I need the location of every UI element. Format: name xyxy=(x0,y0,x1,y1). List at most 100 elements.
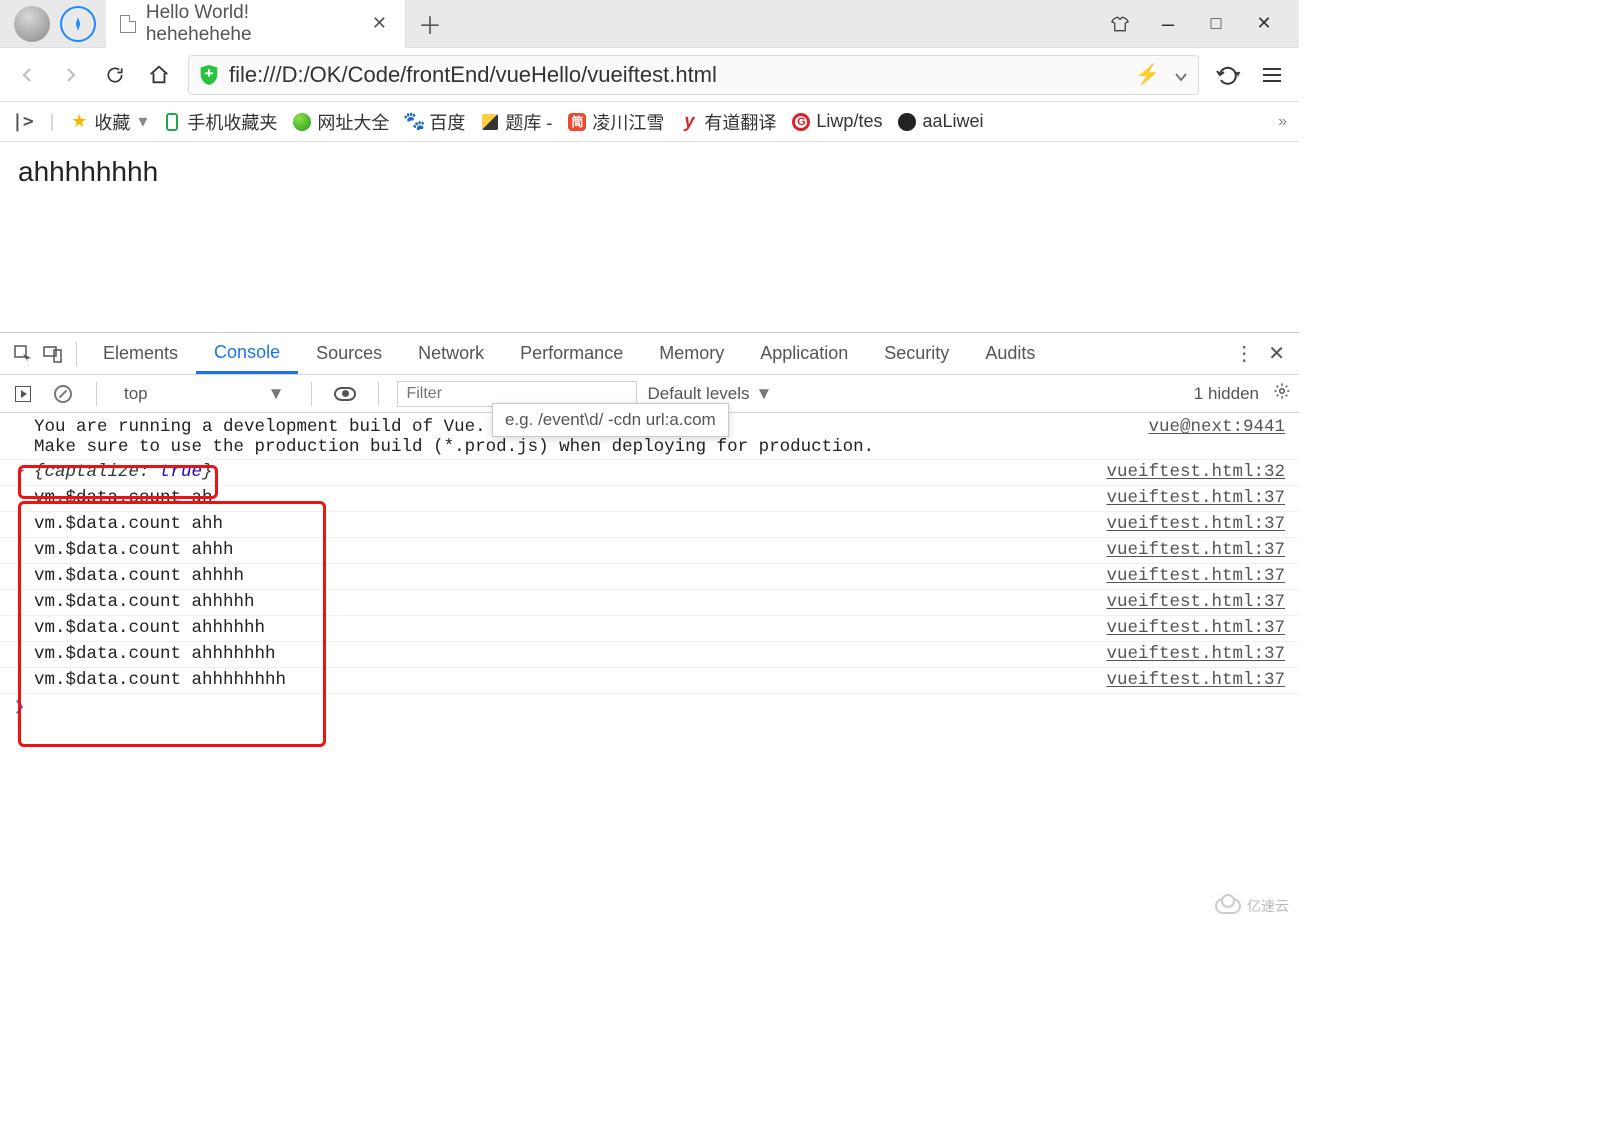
devtools-menu-button[interactable]: ⋮ xyxy=(1234,341,1254,366)
url-dropdown-icon[interactable] xyxy=(1174,62,1188,88)
bookmark-jianshu[interactable]: 简凌川江雪 xyxy=(568,109,664,135)
tab-performance[interactable]: Performance xyxy=(502,335,641,372)
console-text: vm.$data.count ahhhhh xyxy=(34,592,1106,612)
paw-icon: 🐾 xyxy=(405,113,423,131)
skin-icon[interactable] xyxy=(1111,15,1129,33)
bookmark-label: 凌川江雪 xyxy=(592,109,664,135)
hidden-count[interactable]: 1 hidden xyxy=(1194,384,1259,404)
console-text: You are running a development build of V… xyxy=(34,417,486,437)
jian-icon: 简 xyxy=(568,113,586,131)
devtools-panel: Elements Console Sources Network Perform… xyxy=(0,332,1299,922)
filter-hint-tooltip: e.g. /event\d/ -cdn url:a.com xyxy=(492,403,729,437)
bookmark-mobile[interactable]: 手机收藏夹 xyxy=(163,109,277,135)
close-window-button[interactable]: ✕ xyxy=(1255,15,1273,33)
console-settings-button[interactable] xyxy=(1273,382,1291,405)
console-text: {captalize: xyxy=(34,462,160,482)
undo-close-button[interactable]: ▾ xyxy=(1213,60,1243,90)
g-icon: G xyxy=(792,113,810,131)
bookmarks-bar: |> | ★收藏▾ 手机收藏夹 网址大全 🐾百度 题库 - 简凌川江雪 y有道翻… xyxy=(0,102,1299,142)
browser-tab[interactable]: Hello World! hehehehehe ✕ xyxy=(106,0,406,48)
bookmark-tiku[interactable]: 题库 - xyxy=(481,109,552,135)
minimize-button[interactable]: – xyxy=(1159,15,1177,33)
bookmark-baidu[interactable]: 🐾百度 xyxy=(405,109,465,135)
device-toggle-button[interactable] xyxy=(38,339,68,369)
tab-console[interactable]: Console xyxy=(196,334,298,374)
shield-icon xyxy=(199,64,219,86)
forward-button[interactable] xyxy=(56,60,86,90)
new-tab-button[interactable]: ＋ xyxy=(406,0,454,48)
titlebar: Hello World! hehehehehe ✕ ＋ – □ ✕ xyxy=(0,0,1299,48)
context-select[interactable]: top▼ xyxy=(115,381,293,407)
back-button[interactable] xyxy=(12,60,42,90)
bookmark-liwp[interactable]: G Liwp/tes xyxy=(792,111,882,132)
source-link[interactable]: vue@next:9441 xyxy=(1148,417,1285,437)
bookmark-label: Liwp/tes xyxy=(816,111,882,132)
star-icon: ★ xyxy=(70,113,88,131)
log-levels-select[interactable]: Default levels▼ xyxy=(647,384,772,404)
browser-logo-icon[interactable] xyxy=(60,6,96,42)
source-link[interactable]: vueiftest.html:37 xyxy=(1106,566,1285,586)
devtools-close-button[interactable]: ✕ xyxy=(1268,341,1285,366)
bookmark-label: 题库 - xyxy=(505,109,552,135)
console-text: vm.$data.count ahhh xyxy=(34,540,1106,560)
source-link[interactable]: vueiftest.html:37 xyxy=(1106,540,1285,560)
navbar: file:///D:/OK/Code/frontEnd/vueHello/vue… xyxy=(0,48,1299,102)
console-row-log: vm.$data.count ahhhhhhvueiftest.html:37 xyxy=(0,616,1299,642)
source-link[interactable]: vueiftest.html:37 xyxy=(1106,514,1285,534)
console-sidebar-toggle[interactable] xyxy=(8,379,38,409)
console-toolbar: top▼ Default levels▼ e.g. /event\d/ -cdn… xyxy=(0,375,1299,413)
bookmark-github[interactable]: aaLiwei xyxy=(898,111,983,132)
source-link[interactable]: vueiftest.html:37 xyxy=(1106,670,1285,690)
tab-elements[interactable]: Elements xyxy=(85,335,196,372)
tab-close-button[interactable]: ✕ xyxy=(368,11,391,36)
inspect-element-button[interactable] xyxy=(8,339,38,369)
tab-audits[interactable]: Audits xyxy=(967,335,1053,372)
source-link[interactable]: vueiftest.html:37 xyxy=(1106,592,1285,612)
clear-console-button[interactable] xyxy=(48,379,78,409)
bookmark-label: 有道翻译 xyxy=(704,109,776,135)
console-row-object[interactable]: {captalize: true} vueiftest.html:32 xyxy=(0,460,1299,486)
console-output: You are running a development build of V… xyxy=(0,413,1299,922)
sidebar-toggle-icon[interactable]: |> xyxy=(12,111,34,132)
source-link[interactable]: vueiftest.html:32 xyxy=(1106,462,1285,482)
tab-network[interactable]: Network xyxy=(400,335,502,372)
console-prompt[interactable]: ❯ xyxy=(0,694,1299,719)
page-body-text: ahhhhhhhh xyxy=(18,156,158,187)
bookmark-label: 网址大全 xyxy=(317,109,389,135)
console-row-log: vm.$data.count ahhvueiftest.html:37 xyxy=(0,512,1299,538)
console-row-log: vm.$data.count ahhhhvueiftest.html:37 xyxy=(0,564,1299,590)
bookmark-favorites[interactable]: ★收藏▾ xyxy=(70,109,147,135)
bookmarks-overflow-button[interactable]: » xyxy=(1278,113,1287,131)
home-button[interactable] xyxy=(144,60,174,90)
tab-sources[interactable]: Sources xyxy=(298,335,400,372)
console-text: vm.$data.count ahhhhhh xyxy=(34,618,1106,638)
source-link[interactable]: vueiftest.html:37 xyxy=(1106,488,1285,508)
console-text: vm.$data.count ahhhhhhh xyxy=(34,644,1106,664)
source-link[interactable]: vueiftest.html:37 xyxy=(1106,618,1285,638)
profile-avatar[interactable] xyxy=(14,6,50,42)
tab-security[interactable]: Security xyxy=(866,335,967,372)
url-text: file:///D:/OK/Code/frontEnd/vueHello/vue… xyxy=(229,62,717,88)
reload-button[interactable] xyxy=(100,60,130,90)
bolt-icon[interactable]: ⚡ xyxy=(1135,62,1160,87)
hamburger-menu-button[interactable] xyxy=(1257,60,1287,90)
bookmark-youdao[interactable]: y 有道翻译 xyxy=(680,109,776,135)
bookmark-label: aaLiwei xyxy=(922,111,983,132)
tab-title: Hello World! hehehehehe xyxy=(146,2,358,46)
url-bar[interactable]: file:///D:/OK/Code/frontEnd/vueHello/vue… xyxy=(188,55,1199,95)
globe-icon xyxy=(293,113,311,131)
watermark: 亿速云 xyxy=(1215,896,1289,916)
console-text: vm.$data.count ahh xyxy=(34,514,1106,534)
bookmark-360[interactable]: 网址大全 xyxy=(293,109,389,135)
tab-application[interactable]: Application xyxy=(742,335,866,372)
tab-memory[interactable]: Memory xyxy=(641,335,742,372)
console-text: Make sure to use the production build (*… xyxy=(34,437,874,457)
console-row-log: vm.$data.count ahhhhhhhvueiftest.html:37 xyxy=(0,642,1299,668)
source-link[interactable]: vueiftest.html:37 xyxy=(1106,644,1285,664)
phone-icon xyxy=(163,113,181,131)
console-row-log: vm.$data.count ahvueiftest.html:37 xyxy=(0,486,1299,512)
y-icon: y xyxy=(680,113,698,131)
maximize-button[interactable]: □ xyxy=(1207,15,1225,33)
live-expression-button[interactable] xyxy=(330,379,360,409)
page-content: ahhhhhhhh xyxy=(0,142,1299,332)
